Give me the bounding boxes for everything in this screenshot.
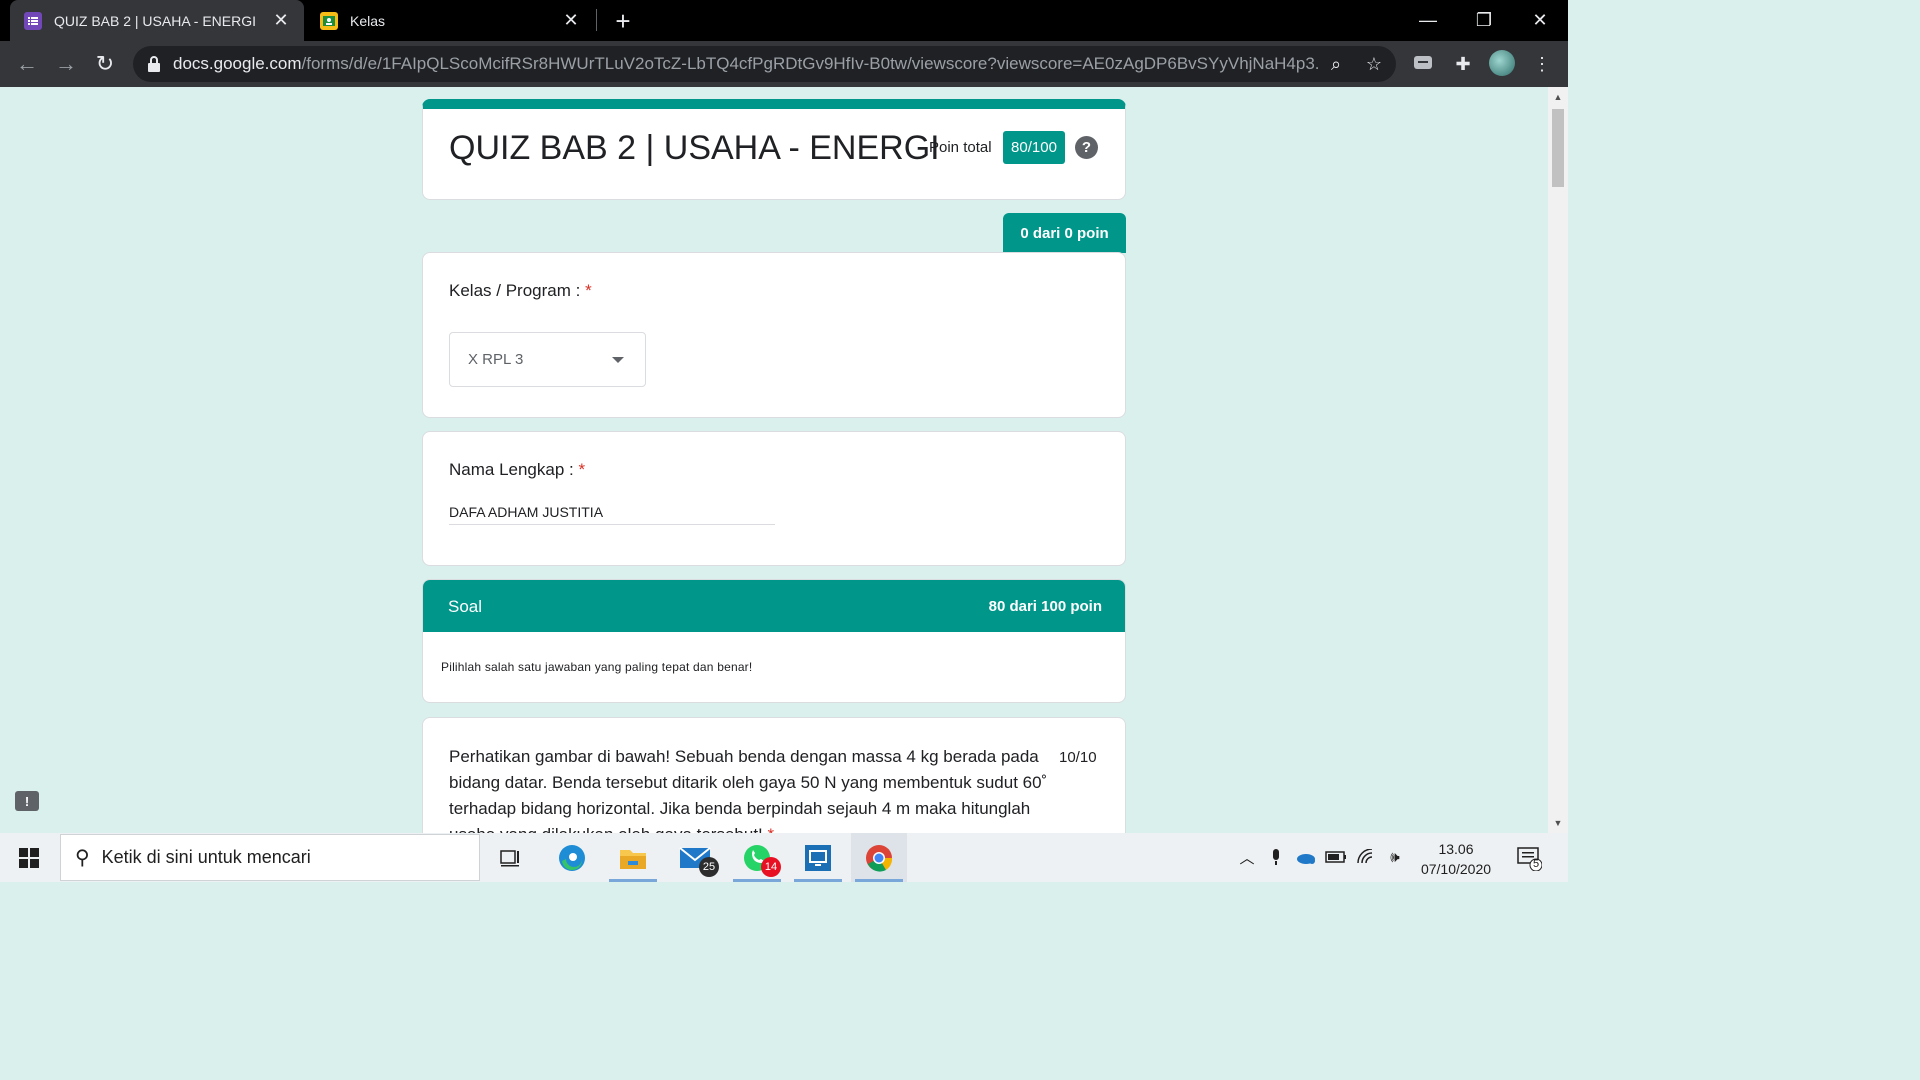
section-score: 80 dari 100 poin (988, 598, 1102, 615)
mail-icon[interactable]: 25 (667, 833, 723, 882)
tab-title: QUIZ BAB 2 | USAHA - ENERGI (54, 12, 257, 29)
form-title-card: QUIZ BAB 2 | USAHA - ENERGI Poin total 8… (422, 99, 1126, 200)
tab-divider (596, 9, 597, 31)
wifi-icon[interactable] (1355, 846, 1377, 868)
tab-kelas[interactable]: Kelas ✕ (306, 0, 594, 41)
forms-icon (24, 11, 42, 30)
search-placeholder: Ketik di sini untuk mencari (101, 847, 311, 867)
url-text: docs.google.com/forms/d/e/1FAIpQLScoMcif… (173, 54, 1320, 73)
extension-chat-icon[interactable] (1409, 50, 1437, 78)
new-tab-button[interactable]: + (608, 6, 638, 36)
total-points-label: Poin total (929, 139, 992, 156)
whatsapp-icon[interactable]: 14 (729, 833, 785, 882)
address-bar[interactable]: docs.google.com/forms/d/e/1FAIpQLScoMcif… (133, 46, 1396, 82)
question-score: 10/10 (1059, 749, 1097, 766)
section-card-soal: Soal 80 dari 100 poin Pilihlah salah sat… (422, 579, 1126, 703)
start-button[interactable] (0, 833, 58, 882)
tab-strip: QUIZ BAB 2 | USAHA - ENERGI ✕ Kelas ✕ + … (0, 0, 1568, 41)
scroll-up-icon[interactable]: ▲ (1552, 91, 1564, 103)
clock-time: 13.06 (1438, 841, 1474, 857)
microphone-icon[interactable] (1265, 846, 1287, 868)
windows-taskbar: ⚲ Ketik di sini untuk mencari 25 14 ︿ 🕪 … (0, 833, 1568, 882)
required-asterisk: * (585, 281, 592, 300)
reload-icon[interactable]: ↻ (90, 49, 120, 79)
clock-date: 07/10/2020 (1420, 861, 1492, 877)
page-scrollbar[interactable]: ▲ ▼ (1548, 87, 1568, 833)
feedback-icon[interactable]: ! (15, 791, 39, 811)
minimize-icon[interactable]: — (1402, 0, 1454, 41)
section-description: Pilihlah salah satu jawaban yang paling … (441, 660, 753, 674)
required-asterisk: * (578, 460, 586, 479)
scroll-thumb[interactable] (1552, 109, 1564, 187)
extensions-puzzle-icon[interactable]: ✚ (1449, 50, 1477, 78)
volume-icon[interactable]: 🕪 (1384, 846, 1406, 868)
close-tab-icon[interactable]: ✕ (270, 10, 292, 32)
kelas-dropdown[interactable]: X RPL 3 (449, 332, 646, 387)
notification-count: 5 (1532, 858, 1540, 870)
section-title: Soal (448, 597, 483, 616)
question-label: Nama Lengkap : * (449, 460, 586, 479)
form-page: QUIZ BAB 2 | USAHA - ENERGI Poin total 8… (0, 87, 1548, 833)
close-window-icon[interactable]: ✕ (1514, 0, 1566, 41)
chrome-icon[interactable] (851, 833, 907, 882)
dropdown-arrow-icon (612, 357, 624, 363)
question-card-kelas: Kelas / Program : * X RPL 3 (422, 252, 1126, 418)
profile-avatar[interactable] (1489, 50, 1515, 76)
section-header: Soal 80 dari 100 poin (423, 580, 1125, 632)
scroll-down-icon[interactable]: ▼ (1552, 817, 1564, 829)
nama-answer-field[interactable]: DAFA ADHAM JUSTITIA (449, 504, 775, 525)
file-explorer-icon[interactable] (605, 833, 661, 882)
question-card-nama: Nama Lengkap : * DAFA ADHAM JUSTITIA (422, 431, 1126, 566)
close-tab-icon[interactable]: ✕ (560, 10, 582, 32)
forward-icon[interactable]: → (51, 49, 81, 79)
back-icon[interactable]: ← (12, 49, 42, 79)
section-points-tab: 0 dari 0 poin (1003, 213, 1126, 253)
classroom-icon (320, 11, 338, 30)
task-view-icon[interactable] (482, 833, 538, 882)
browser-toolbar: ← → ↻ docs.google.com/forms/d/e/1FAIpQLS… (0, 41, 1568, 87)
tab-quiz[interactable]: QUIZ BAB 2 | USAHA - ENERGI ✕ (10, 0, 304, 41)
tab-title: Kelas (350, 12, 386, 29)
restore-icon[interactable]: ❐ (1458, 0, 1510, 41)
dropdown-value: X RPL 3 (468, 351, 524, 368)
windows-logo-icon (19, 847, 39, 868)
remote-desktop-icon[interactable] (790, 833, 846, 882)
tray-overflow-icon[interactable]: ︿ (1236, 846, 1258, 868)
edge-icon[interactable] (544, 833, 600, 882)
form-title: QUIZ BAB 2 | USAHA - ENERGI (449, 129, 940, 167)
search-icon: ⚲ (75, 847, 90, 869)
taskbar-search[interactable]: ⚲ Ketik di sini untuk mencari (60, 834, 480, 881)
battery-icon[interactable] (1325, 846, 1347, 868)
whatsapp-badge: 14 (761, 857, 781, 877)
action-center-icon[interactable]: 5 (1516, 845, 1543, 872)
zoom-icon[interactable]: ⌕ (1320, 48, 1352, 80)
question-text: Perhatikan gambar di bawah! Sebuah benda… (449, 744, 1053, 833)
menu-kebab-icon[interactable]: ⋮ (1528, 50, 1556, 78)
question-label: Kelas / Program : * (449, 281, 592, 300)
bookmark-star-icon[interactable]: ☆ (1358, 48, 1390, 80)
total-score-badge: 80/100 (1003, 131, 1065, 164)
taskbar-clock[interactable]: 13.06 07/10/2020 (1408, 839, 1504, 879)
lock-icon (148, 56, 160, 72)
mail-badge: 25 (699, 857, 719, 877)
help-icon[interactable]: ? (1075, 136, 1098, 159)
required-asterisk: * (768, 825, 775, 833)
question-card-1: Perhatikan gambar di bawah! Sebuah benda… (422, 717, 1126, 833)
onedrive-icon[interactable] (1295, 846, 1317, 868)
